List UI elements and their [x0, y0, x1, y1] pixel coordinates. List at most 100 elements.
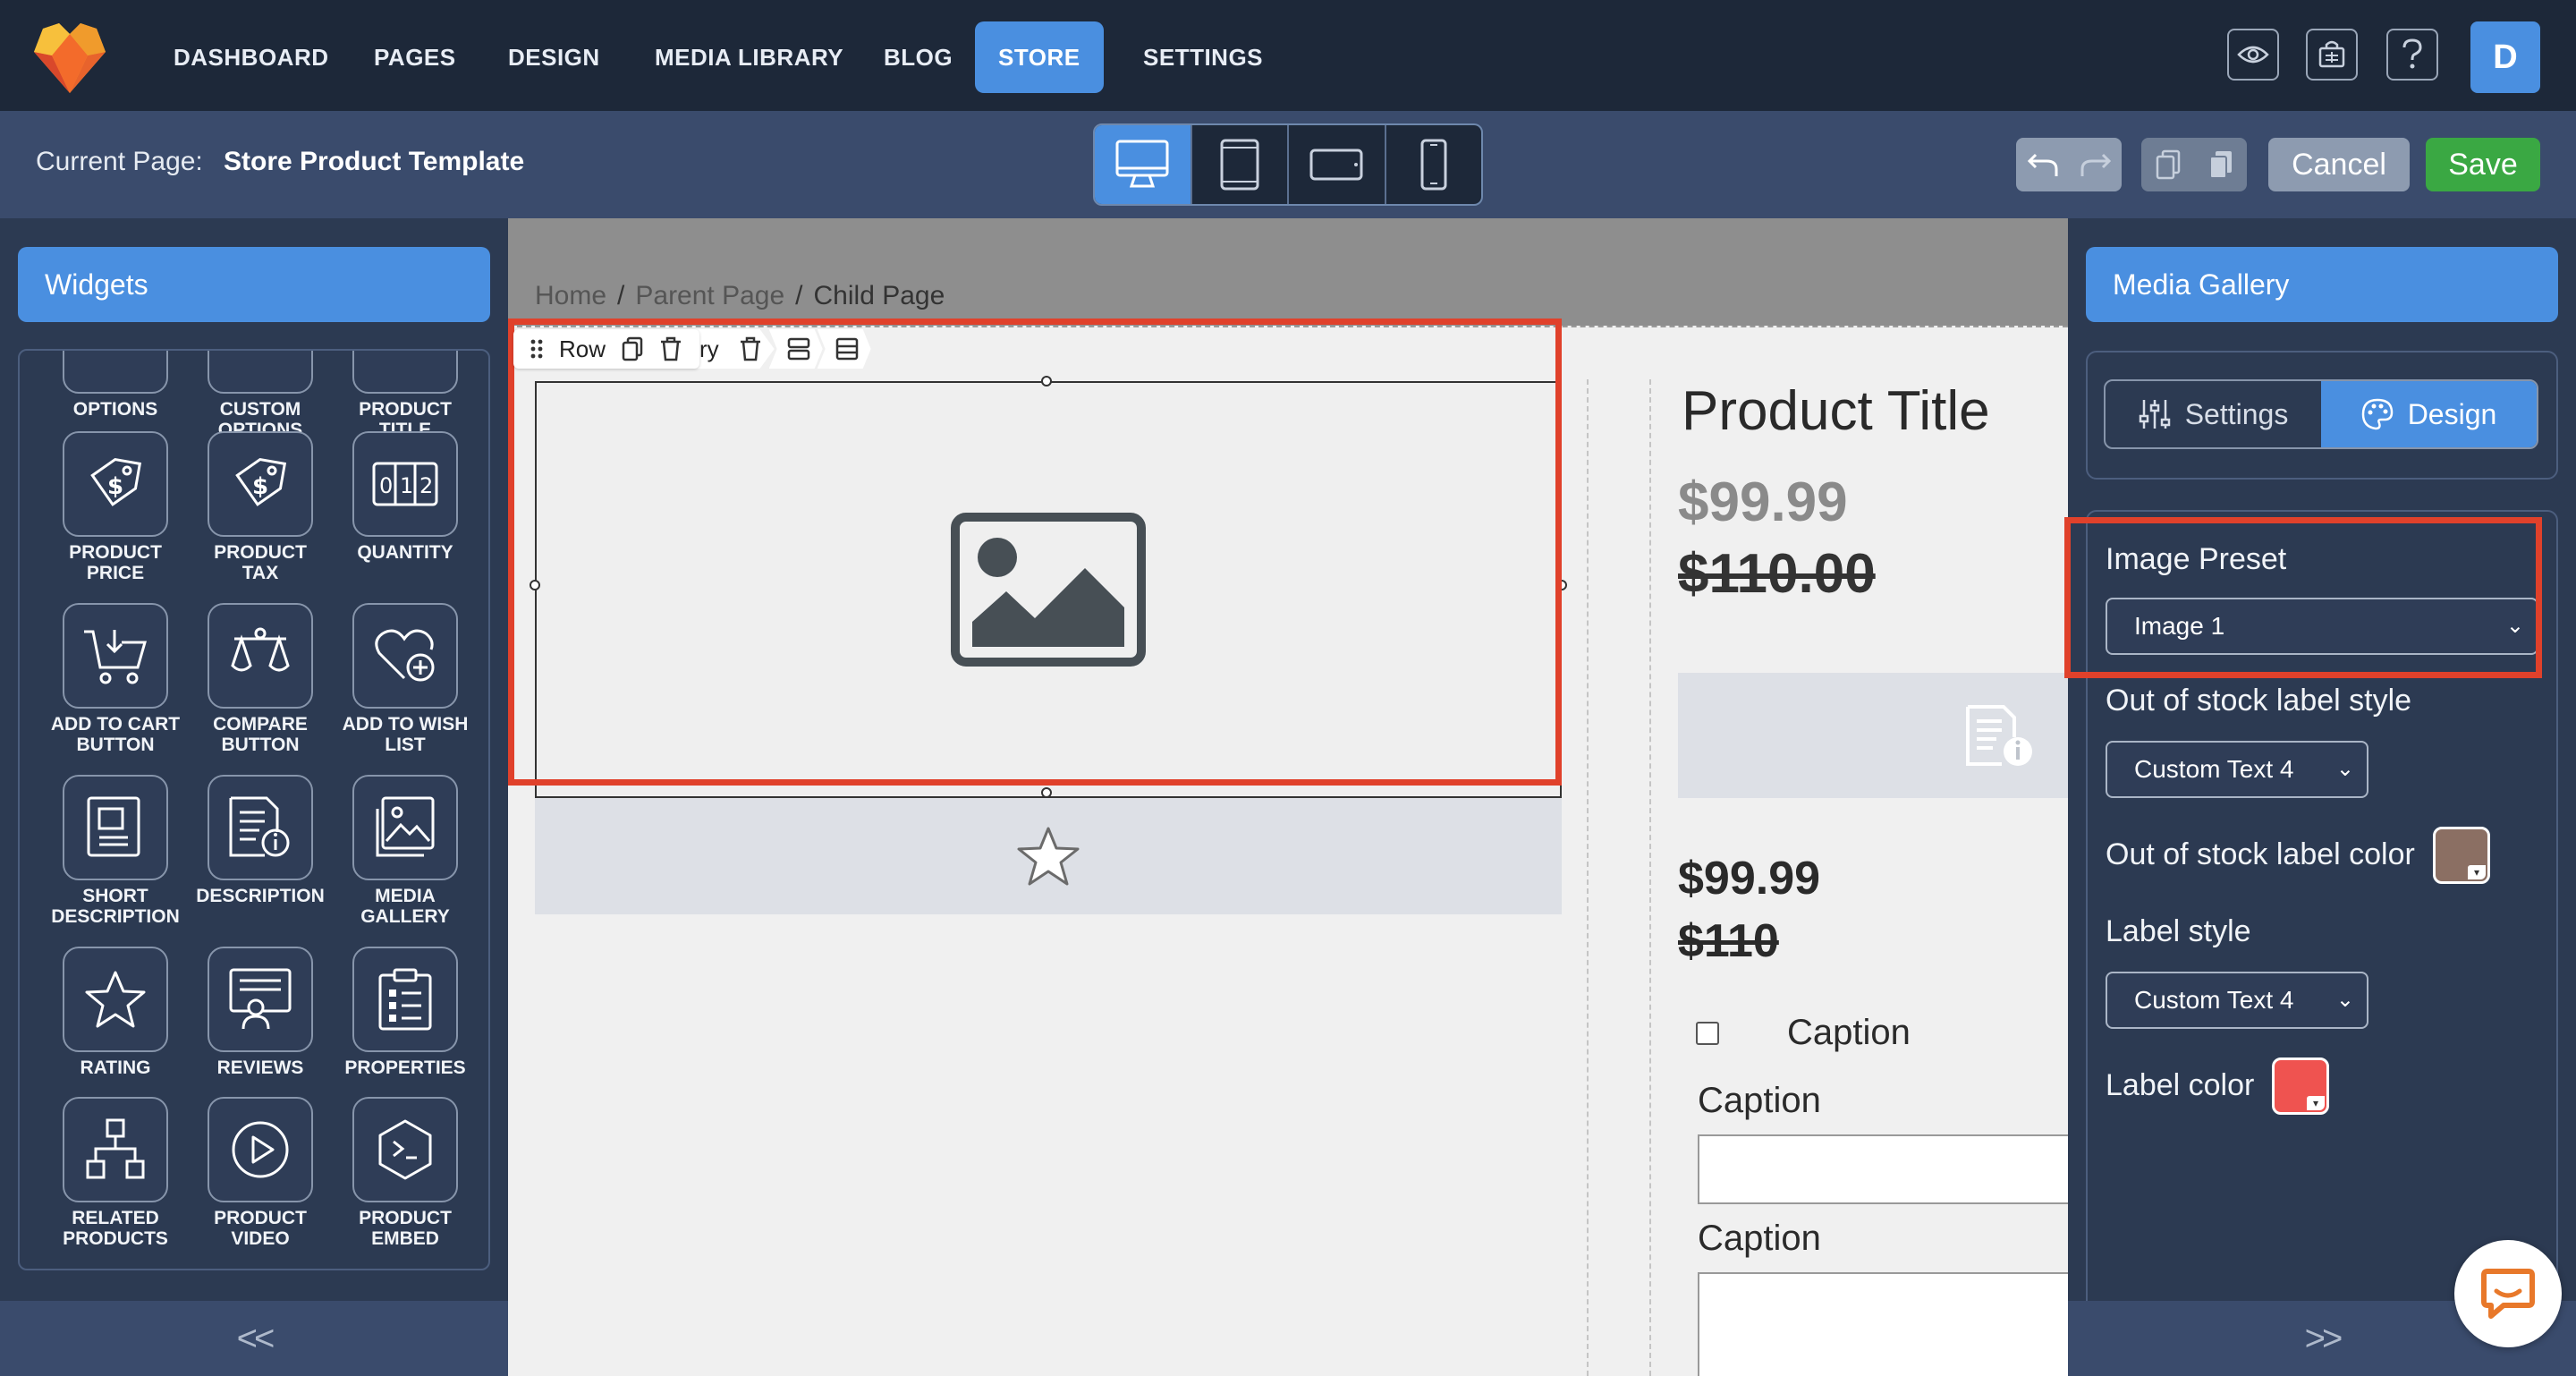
help-button[interactable]	[2386, 29, 2438, 81]
widget-product-video[interactable]: PRODUCT VIDEO	[193, 1097, 327, 1249]
tablet-landscape-icon	[1309, 149, 1363, 181]
device-tablet-button[interactable]	[1192, 125, 1289, 204]
embed-icon	[378, 1119, 432, 1180]
text-input-field[interactable]	[1698, 1134, 2068, 1204]
sliders-icon	[2139, 400, 2170, 429]
gallery-icon	[376, 796, 435, 857]
section-layout-button[interactable]	[817, 329, 871, 369]
rating-widget[interactable]	[535, 798, 1562, 914]
oos-style-label: Out of stock label style	[2106, 684, 2412, 718]
description-widget[interactable]	[1678, 673, 2068, 798]
label-style-select[interactable]: Custom Text 4 ⌄	[2106, 972, 2368, 1029]
store-icon	[2318, 40, 2345, 68]
row-layout-button[interactable]	[768, 329, 823, 369]
widget-product-tax[interactable]: $ PRODUCT TAX	[193, 431, 327, 583]
current-page-name: Store Product Template	[224, 147, 525, 176]
reviews-icon	[229, 968, 292, 1030]
widget-quantity[interactable]: 012 QUANTITY	[338, 431, 472, 563]
undo-icon	[2027, 153, 2057, 176]
oos-style-select[interactable]: Custom Text 4 ⌄	[2106, 741, 2368, 798]
widget-label: REVIEWS	[216, 1057, 304, 1078]
redo-button[interactable]	[2069, 138, 2122, 191]
widget-add-to-wish-list[interactable]: ADD TO WISH LIST	[338, 603, 472, 755]
page-canvas[interactable]: Home / Parent Page / Child Page ry Row Prod	[508, 218, 2068, 1376]
drag-handle-icon[interactable]	[530, 339, 543, 359]
device-mobile-button[interactable]	[1386, 125, 1482, 204]
chat-button[interactable]	[2454, 1240, 2562, 1347]
widget-product-price[interactable]: $ PRODUCT PRICE	[48, 431, 182, 583]
delete-icon[interactable]	[739, 336, 762, 361]
tab-design[interactable]: Design	[2321, 381, 2537, 447]
widget-product-embed[interactable]: PRODUCT EMBED	[338, 1097, 472, 1249]
collapse-left-panel-button[interactable]: <<	[0, 1301, 508, 1376]
tab-settings[interactable]: Settings	[2106, 381, 2321, 447]
device-desktop-button[interactable]	[1095, 125, 1192, 204]
widget-description[interactable]: DESCRIPTION	[193, 775, 327, 906]
widget-properties[interactable]: PROPERTIES	[338, 947, 472, 1078]
nav-dashboard[interactable]: DASHBOARD	[150, 21, 352, 93]
save-button[interactable]: Save	[2426, 138, 2540, 191]
widget-short-description[interactable]: SHORT DESCRIPTION	[48, 775, 182, 927]
undo-button[interactable]	[2016, 138, 2069, 191]
current-page-label: Current Page:	[36, 147, 203, 176]
product-price[interactable]: $99.99	[1678, 471, 1848, 534]
product-old-price-secondary[interactable]: $110	[1678, 914, 1779, 968]
copy-button[interactable]	[2141, 138, 2194, 191]
product-old-price[interactable]: $110.00	[1678, 542, 1876, 606]
widget-custom-options[interactable]: CUSTOM OPTIONS	[193, 351, 327, 440]
delete-row-button[interactable]	[659, 336, 682, 361]
widget-product-title[interactable]: PRODUCT TITLE	[338, 351, 472, 440]
tab-design-label: Design	[2407, 397, 2497, 430]
nav-store[interactable]: STORE	[975, 21, 1104, 93]
breadcrumb-current: Child Page	[813, 281, 945, 310]
oos-color-swatch[interactable]: ▾	[2433, 827, 2490, 884]
resize-handle-bottom[interactable]	[1041, 787, 1052, 798]
nav-media-library[interactable]: MEDIA LIBRARY	[631, 21, 867, 93]
nav-pages[interactable]: PAGES	[351, 21, 479, 93]
breadcrumb-home[interactable]: Home	[535, 281, 606, 310]
duplicate-row-button[interactable]	[622, 336, 643, 361]
widget-label: PRODUCT VIDEO	[214, 1208, 307, 1249]
label-color-label: Label color	[2106, 1068, 2255, 1102]
widget-reviews[interactable]: REVIEWS	[193, 947, 327, 1078]
widget-media-gallery[interactable]: MEDIA GALLERY	[338, 775, 472, 927]
cart-icon	[84, 630, 147, 684]
widget-related-products[interactable]: RELATED PRODUCTS	[48, 1097, 182, 1249]
rows-icon	[787, 337, 809, 361]
svg-text:2: 2	[419, 473, 433, 498]
textarea-field[interactable]	[1698, 1272, 2068, 1376]
selection-highlight	[2064, 517, 2542, 678]
nav-settings[interactable]: SETTINGS	[1120, 21, 1286, 93]
logo-icon[interactable]	[32, 20, 107, 93]
widget-compare-button[interactable]: COMPARE BUTTON	[193, 603, 327, 755]
avatar[interactable]: D	[2470, 21, 2540, 93]
chevron-down-icon: ▾	[2307, 1096, 2325, 1110]
column-divider	[1587, 379, 1589, 1376]
option-checkbox[interactable]	[1696, 1022, 1719, 1045]
chevron-down-icon: ▾	[2468, 865, 2486, 879]
widget-add-to-cart[interactable]: ADD TO CART BUTTON	[48, 603, 182, 755]
product-title[interactable]: Product Title	[1682, 379, 1990, 443]
nav-design[interactable]: DESIGN	[485, 21, 623, 93]
product-price-secondary[interactable]: $99.99	[1678, 852, 1820, 905]
label-color-swatch[interactable]: ▾	[2272, 1057, 2329, 1115]
widget-label: PROPERTIES	[344, 1057, 466, 1078]
properties-icon	[378, 968, 432, 1031]
product-title-icon	[352, 351, 458, 394]
widgets-list[interactable]: OPTIONS CUSTOM OPTIONS PRODUCT TITLE $ P…	[18, 349, 490, 1270]
widget-rating[interactable]: RATING	[48, 947, 182, 1078]
row-toolbar: Row	[513, 329, 700, 369]
page-toolbar: Current Page: Store Product Template Can	[0, 111, 2576, 218]
widget-options[interactable]: OPTIONS	[48, 351, 182, 420]
store-preview-button[interactable]	[2306, 29, 2358, 81]
cancel-button[interactable]: Cancel	[2268, 138, 2410, 191]
device-switcher	[1093, 123, 1483, 206]
breadcrumb-parent[interactable]: Parent Page	[635, 281, 784, 310]
paste-button[interactable]	[2194, 138, 2247, 191]
preview-button[interactable]	[2227, 29, 2279, 81]
nav-blog[interactable]: BLOG	[860, 21, 976, 93]
device-tablet-landscape-button[interactable]	[1289, 125, 1386, 204]
widgets-panel-title: Widgets	[18, 247, 490, 322]
widget-label: SHORT DESCRIPTION	[51, 886, 180, 927]
scales-icon	[231, 627, 290, 672]
